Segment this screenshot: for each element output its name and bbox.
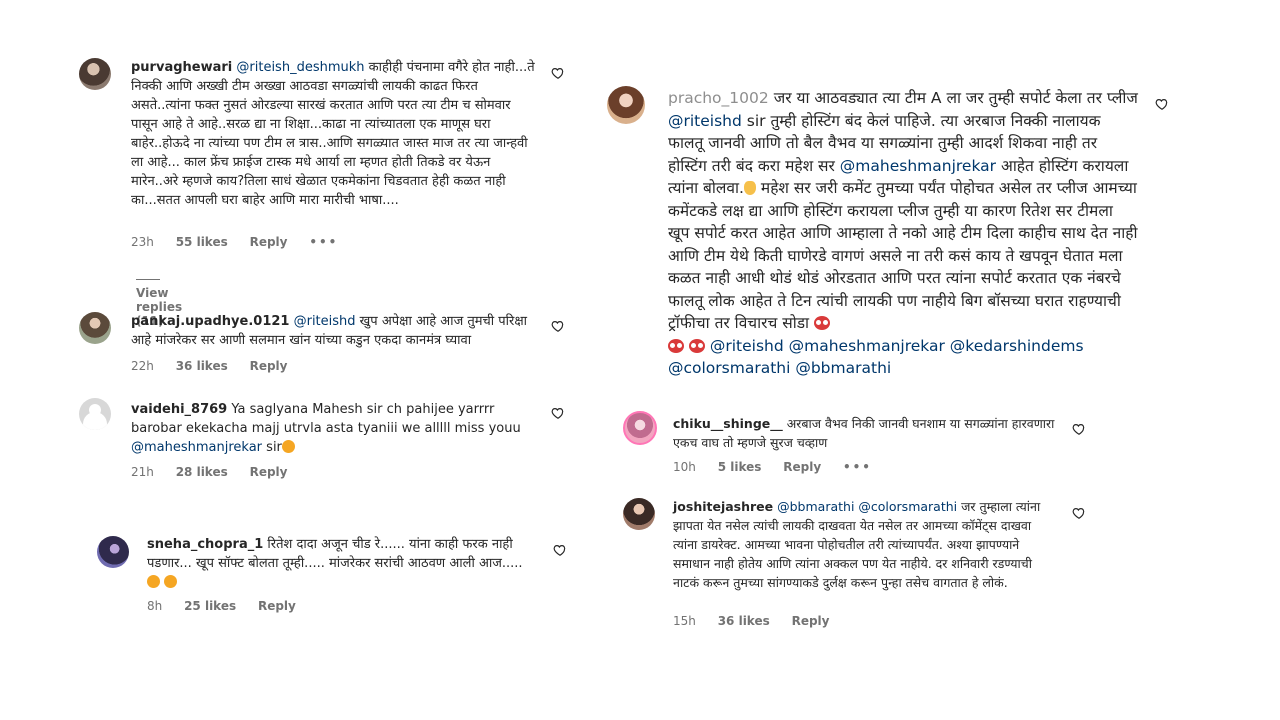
reply-button[interactable]: Reply (250, 465, 288, 479)
comment-meta: 8h 25 likes Reply (147, 599, 314, 613)
mention-link[interactable]: @riteishd (668, 112, 742, 130)
username[interactable]: pracho_1002 (668, 89, 769, 107)
reply-button[interactable]: Reply (250, 235, 288, 249)
heart-outline-icon[interactable] (551, 319, 565, 333)
timestamp: 22h (131, 359, 154, 373)
reply-button[interactable]: Reply (792, 614, 830, 628)
pleading-face-icon (281, 440, 295, 453)
likes-count[interactable]: 5 likes (718, 460, 762, 474)
heart-outline-icon[interactable] (1072, 422, 1086, 436)
timestamp: 8h (147, 599, 163, 613)
heart-outline-icon[interactable] (1155, 97, 1169, 111)
avatar[interactable] (623, 411, 657, 445)
reply-button[interactable]: Reply (783, 460, 821, 474)
mention-link[interactable]: @maheshmanjrekar (131, 440, 262, 455)
mention-link[interactable]: @riteishd (294, 314, 356, 329)
avatar[interactable] (79, 312, 111, 344)
angry-face-icon (668, 338, 684, 353)
likes-count[interactable]: 36 likes (718, 614, 770, 628)
mention-tags[interactable]: @riteishd @maheshmanjrekar @kedarshindem… (710, 337, 1084, 355)
comment-text: sneha_chopra_1 रितेश दादा अजून चीड रे...… (147, 535, 537, 592)
username[interactable]: pankaj.upadhye.0121 (131, 314, 289, 329)
timestamp: 23h (131, 235, 154, 249)
mention-link[interactable]: @bbmarathi @colorsmarathi (777, 499, 957, 514)
avatar[interactable] (79, 58, 111, 90)
mention-tags[interactable]: @colorsmarathi @bbmarathi (668, 359, 891, 377)
likes-count[interactable]: 55 likes (176, 235, 228, 249)
likes-count[interactable]: 36 likes (176, 359, 228, 373)
avatar[interactable] (79, 398, 111, 430)
username[interactable]: vaidehi_8769 (131, 402, 227, 417)
heart-outline-icon[interactable] (551, 406, 565, 420)
comment-meta: 22h 36 likes Reply (131, 359, 305, 373)
pleading-face-icon (147, 575, 160, 588)
reply-button[interactable]: Reply (258, 599, 296, 613)
timestamp: 10h (673, 460, 696, 474)
comment-meta: 10h 5 likes Reply ••• (673, 460, 890, 474)
reply-button[interactable]: Reply (250, 359, 288, 373)
comment-text: chiku__shinge__ अरबाज वैभव निकी जानवी घन… (673, 414, 1058, 452)
username[interactable]: sneha_chopra_1 (147, 537, 263, 552)
angry-face-icon (814, 316, 831, 330)
username[interactable]: joshitejashree (673, 499, 773, 514)
timestamp: 15h (673, 614, 696, 628)
comment-body-1: जर या आठवड्यात त्या टीम A ला जर तुम्ही स… (773, 89, 1138, 107)
comment-body: काहीही पंचनामा वगैरे होत नाही...ते निक्क… (131, 60, 535, 208)
comment-meta: 23h 55 likes Reply ••• (131, 235, 356, 249)
divider-line (136, 279, 160, 280)
username[interactable]: chiku__shinge__ (673, 416, 783, 431)
username[interactable]: purvaghewari (131, 60, 232, 75)
heart-outline-icon[interactable] (553, 543, 567, 557)
likes-count[interactable]: 25 likes (184, 599, 236, 613)
comment-body-4: महेश सर जरी कमेंट तुमच्या पर्यंत पोहोचत … (668, 179, 1138, 332)
comment-meta: 15h 36 likes Reply (673, 614, 847, 628)
more-options-icon[interactable]: ••• (843, 460, 872, 474)
avatar[interactable] (607, 86, 645, 124)
angry-face-icon (688, 338, 705, 353)
heart-outline-icon[interactable] (1072, 506, 1086, 520)
comment-text: pracho_1002 जर या आठवड्यात त्या टीम A ला… (668, 87, 1138, 380)
timestamp: 21h (131, 465, 154, 479)
comment-text: purvaghewari @riteish_deshmukh काहीही पं… (131, 58, 536, 210)
comment-text: pankaj.upadhye.0121 @riteishd खुप अपेक्ष… (131, 312, 536, 350)
avatar[interactable] (623, 498, 655, 530)
more-options-icon[interactable]: ••• (309, 235, 338, 249)
comment-tail: sir (266, 440, 282, 455)
comment-meta: 21h 28 likes Reply (131, 465, 305, 479)
avatar[interactable] (97, 536, 129, 568)
clap-icon (743, 181, 756, 195)
likes-count[interactable]: 28 likes (176, 465, 228, 479)
mention-link[interactable]: @maheshmanjrekar (840, 157, 996, 175)
heart-outline-icon[interactable] (551, 66, 565, 80)
comment-text: vaidehi_8769 Ya saglyana Mahesh sir ch p… (131, 400, 536, 457)
comment-text: joshitejashree @bbmarathi @colorsmarathi… (673, 497, 1058, 592)
pleading-face-icon (164, 575, 178, 588)
mention-link[interactable]: @riteish_deshmukh (236, 60, 364, 75)
